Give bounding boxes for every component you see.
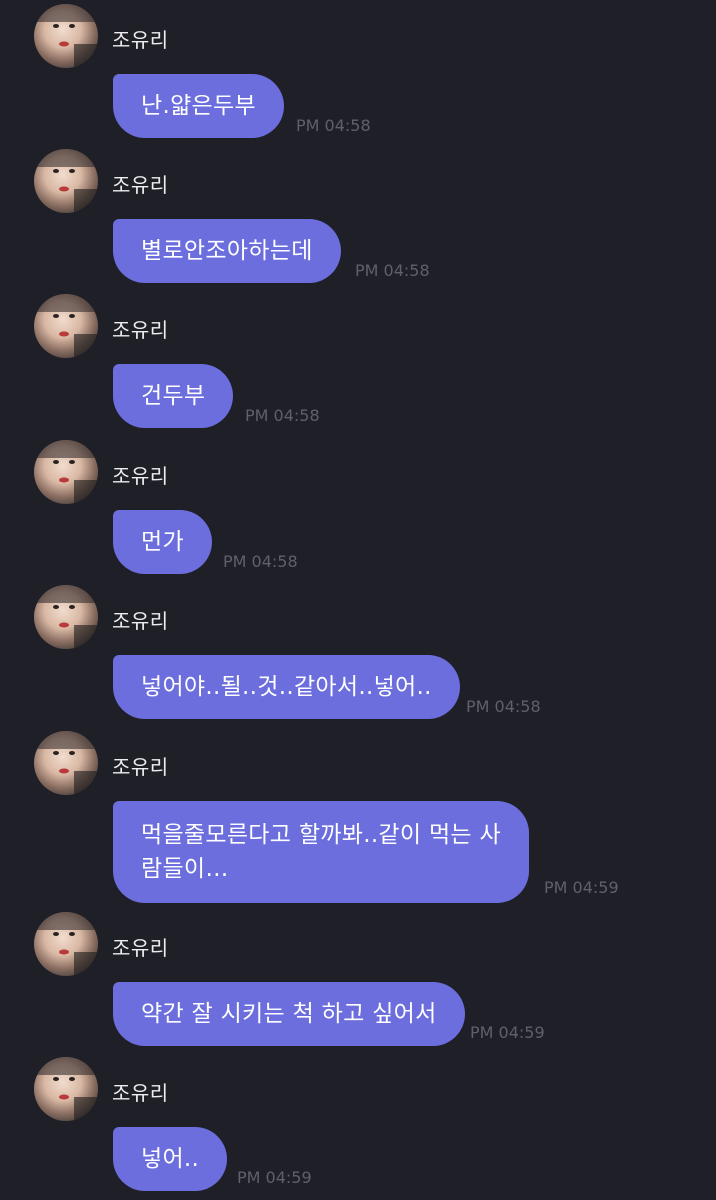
message-bubble[interactable]: 먹을줄모른다고 할까봐..같이 먹는 사람들이… — [113, 801, 529, 903]
sender-name: 조유리 — [112, 609, 169, 633]
sender-name: 조유리 — [112, 173, 169, 197]
timestamp: PM 04:59 — [470, 1023, 545, 1042]
avatar[interactable] — [34, 4, 98, 68]
sender-name: 조유리 — [112, 318, 169, 342]
timestamp: PM 04:59 — [237, 1168, 312, 1187]
timestamp: PM 04:59 — [544, 878, 619, 897]
message-bubble[interactable]: 난.얇은두부 — [113, 74, 284, 138]
avatar[interactable] — [34, 294, 98, 358]
sender-name: 조유리 — [112, 755, 169, 779]
sender-name: 조유리 — [112, 936, 169, 960]
message-bubble[interactable]: 건두부 — [113, 364, 234, 428]
avatar[interactable] — [34, 585, 98, 649]
avatar[interactable] — [34, 912, 98, 976]
chat-window: 조유리 난.얇은두부 PM 04:58 조유리 별로안조아하는데 PM 04:5… — [0, 0, 716, 1200]
sender-name: 조유리 — [112, 1081, 169, 1105]
sender-name: 조유리 — [112, 464, 169, 488]
avatar[interactable] — [34, 731, 98, 795]
timestamp: PM 04:58 — [355, 261, 430, 280]
message-bubble[interactable]: 넣어.. — [113, 1127, 228, 1191]
message-bubble[interactable]: 약간 잘 시키는 척 하고 싶어서 — [113, 982, 465, 1046]
timestamp: PM 04:58 — [245, 406, 320, 425]
avatar[interactable] — [34, 440, 98, 504]
timestamp: PM 04:58 — [296, 116, 371, 135]
timestamp: PM 04:58 — [466, 697, 541, 716]
message-bubble[interactable]: 별로안조아하는데 — [113, 219, 341, 283]
message-bubble[interactable]: 넣어야..될..것..같아서..넣어.. — [113, 655, 460, 719]
sender-name: 조유리 — [112, 28, 169, 52]
avatar[interactable] — [34, 1057, 98, 1121]
message-bubble[interactable]: 먼가 — [113, 510, 212, 574]
avatar[interactable] — [34, 149, 98, 213]
timestamp: PM 04:58 — [223, 552, 298, 571]
